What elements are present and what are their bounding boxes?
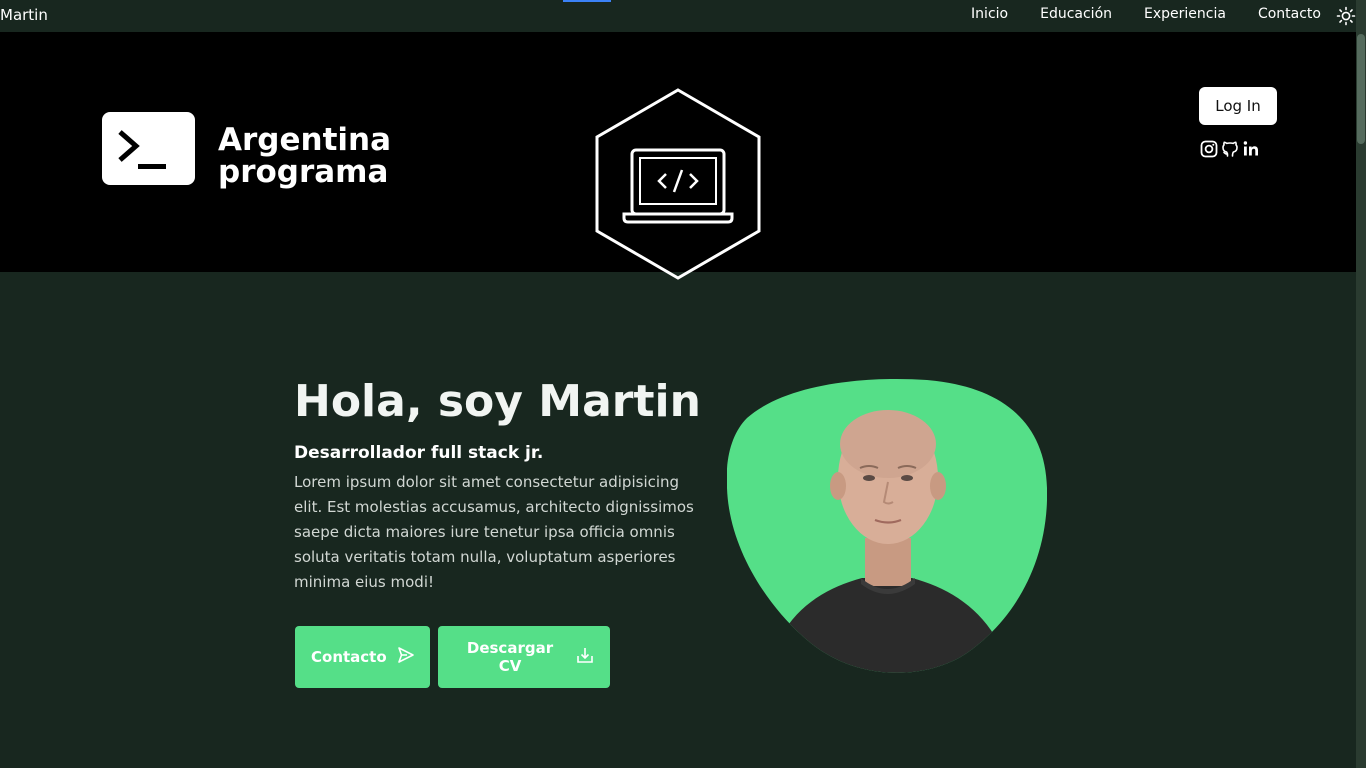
hero-title: Hola, soy Martin — [294, 376, 701, 427]
logo-text-line2: programa — [218, 154, 389, 190]
sun-icon[interactable] — [1336, 6, 1356, 26]
nav-links: Inicio Educación Experiencia Contacto — [971, 6, 1321, 22]
send-icon — [397, 646, 415, 668]
brand-name[interactable]: Martin — [0, 6, 48, 24]
nav-link-inicio[interactable]: Inicio — [971, 6, 1008, 22]
contact-button-label: Contacto — [311, 648, 387, 666]
login-button[interactable]: Log In — [1199, 87, 1277, 125]
instagram-icon[interactable] — [1200, 140, 1218, 158]
download-icon — [576, 646, 594, 668]
logo-text-line1: Argentina — [218, 122, 391, 158]
header-banner: Argentina programa Log In — [0, 32, 1356, 280]
download-cv-label: Descargar CV — [466, 639, 554, 675]
laptop-code-icon — [594, 88, 762, 280]
contact-button[interactable]: Contacto — [295, 626, 430, 688]
profile-photo — [727, 378, 1047, 678]
scrollbar-thumb[interactable] — [1357, 34, 1365, 144]
social-links — [1200, 140, 1260, 158]
argentina-programa-logo-text: Argentina programa — [218, 124, 391, 188]
github-icon[interactable] — [1221, 140, 1239, 158]
active-tab-indicator — [563, 0, 611, 2]
download-cv-button[interactable]: Descargar CV — [438, 626, 610, 688]
hero-description: Lorem ipsum dolor sit amet consectetur a… — [294, 473, 694, 591]
nav-link-educacion[interactable]: Educación — [1040, 6, 1112, 22]
hero-subtitle: Desarrollador full stack jr. — [294, 443, 544, 463]
terminal-prompt-icon — [102, 112, 195, 185]
linkedin-icon[interactable] — [1242, 140, 1260, 158]
page-scrollbar[interactable] — [1356, 0, 1366, 768]
nav-link-contacto[interactable]: Contacto — [1258, 6, 1321, 22]
top-navbar: Martin Inicio Educación Experiencia Cont… — [0, 0, 1356, 32]
nav-link-experiencia[interactable]: Experiencia — [1144, 6, 1226, 22]
